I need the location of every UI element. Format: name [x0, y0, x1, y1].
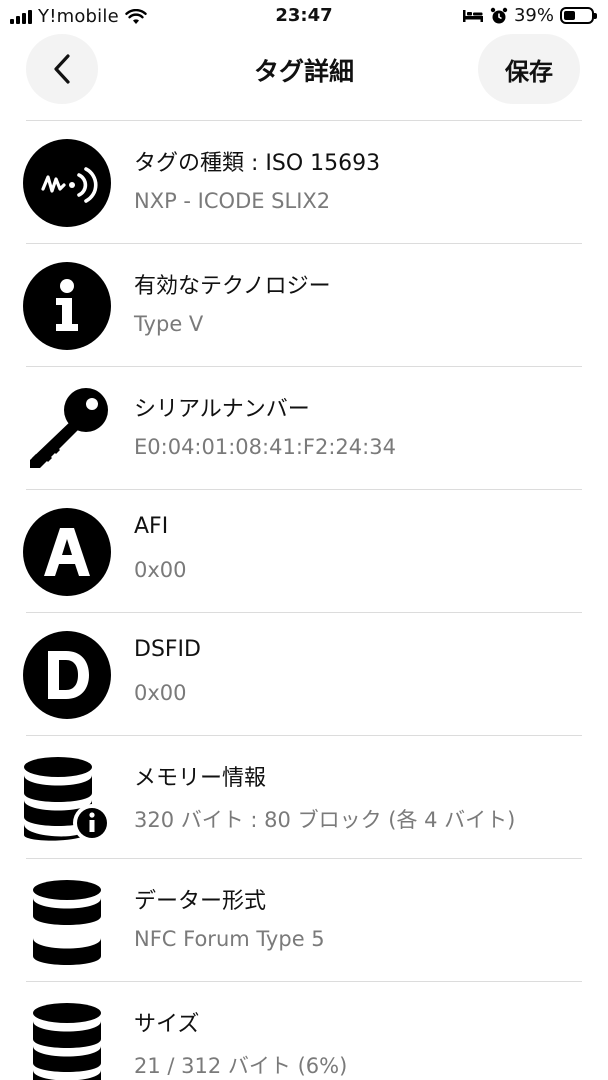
list-item-dsfid[interactable]: DSFID 0x00: [0, 613, 608, 736]
info-icon: [22, 261, 112, 351]
nfc-signal-icon: [22, 138, 112, 228]
row-title: シリアルナンバー: [134, 397, 310, 422]
row-value: 0x00: [134, 681, 187, 705]
row-title: AFI: [134, 514, 169, 539]
list-item-size[interactable]: サイズ 21 / 312 バイト (6%): [0, 982, 608, 1080]
list-item-memory-info[interactable]: メモリー情報 320 バイト : 80 ブロック (各 4 バイト): [0, 736, 608, 859]
row-title: データー形式: [134, 889, 267, 914]
row-value: NFC Forum Type 5: [134, 927, 325, 951]
row-value: NXP - ICODE SLIX2: [134, 189, 331, 213]
row-value: 21 / 312 バイト (6%): [134, 1054, 348, 1078]
list-item-tag-type[interactable]: タグの種類 : ISO 15693 NXP - ICODE SLIX2: [0, 121, 608, 244]
battery-percent: 39%: [513, 5, 554, 26]
status-right: 39%: [462, 5, 597, 26]
alarm-icon: [490, 7, 508, 23]
list-item-serial-number[interactable]: シリアルナンバー E0:04:01:08:41:F2:24:34: [0, 367, 608, 490]
bed-icon: [462, 9, 483, 22]
row-title: DSFID: [134, 637, 201, 662]
database-info-icon: [22, 753, 112, 843]
tag-detail-list: タグの種類 : ISO 15693 NXP - ICODE SLIX2 有効なテ…: [0, 121, 608, 1080]
letter-d-icon: [22, 630, 112, 720]
key-icon: [22, 384, 112, 474]
status-bar: Y!mobile 23:47 39%: [0, 0, 608, 34]
letter-a-icon: [22, 507, 112, 597]
list-item-data-format[interactable]: データー形式 NFC Forum Type 5: [0, 859, 608, 982]
row-value: 320 バイト : 80 ブロック (各 4 バイト): [134, 808, 516, 832]
battery-icon: [560, 7, 597, 24]
row-title: メモリー情報: [134, 766, 267, 791]
database-icon: [22, 999, 112, 1080]
row-title: 有効なテクノロジー: [134, 274, 331, 299]
save-button[interactable]: 保存: [478, 34, 580, 104]
list-item-afi[interactable]: AFI 0x00: [0, 490, 608, 613]
database-format-icon: [22, 876, 112, 966]
row-title: タグの種類 : ISO 15693: [134, 151, 381, 176]
row-title: サイズ: [134, 1012, 200, 1037]
nav-header: タグ詳細 保存: [0, 34, 608, 120]
row-value: E0:04:01:08:41:F2:24:34: [134, 435, 396, 459]
list-item-technology[interactable]: 有効なテクノロジー Type V: [0, 244, 608, 367]
row-value: Type V: [134, 312, 204, 336]
row-value: 0x00: [134, 558, 187, 582]
